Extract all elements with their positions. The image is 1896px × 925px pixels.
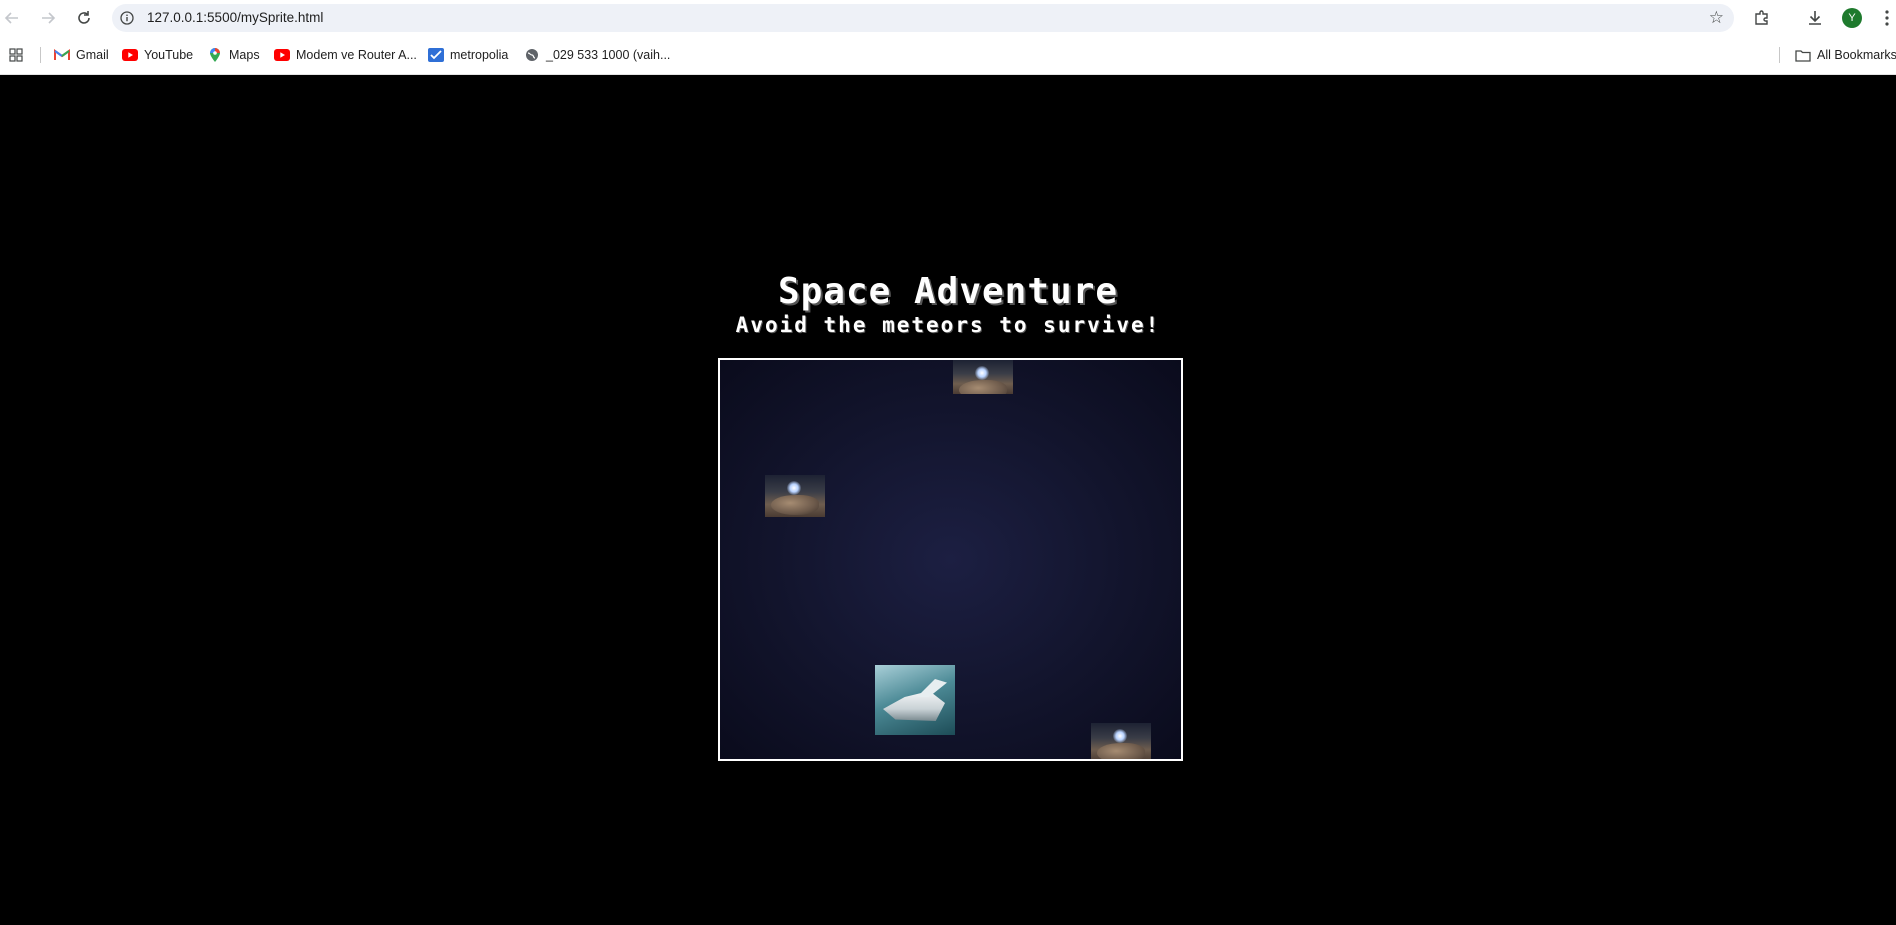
bookmark-modem-router[interactable]: Modem ve Router A... [274,45,417,65]
bookmark-label: YouTube [144,48,194,62]
bookmark-metropolia[interactable]: metropolia [428,45,508,65]
bookmarks-divider [40,47,41,63]
arrow-left-icon [4,12,18,24]
profile-avatar[interactable]: Y [1842,8,1862,28]
bookmark-gmail[interactable]: Gmail [54,45,109,65]
game-subtitle: Avoid the meteors to survive! [735,313,1161,337]
bookmark-maps[interactable]: Maps [207,45,260,65]
meteor-sprite [1091,723,1151,759]
bookmark-label: Gmail [76,48,109,62]
more-vertical-icon [1885,10,1889,26]
bookmark-label: _029 533 1000 (vaih... [546,48,671,62]
maps-icon [207,47,223,63]
browser-menu-button[interactable] [1878,6,1896,30]
game-title: Space Adventure [777,271,1119,312]
reload-icon [78,11,90,24]
page-content: Space Adventure Avoid the meteors to sur… [0,75,1896,925]
folder-icon [1795,47,1811,63]
spaceship-body [883,691,945,721]
site-info-icon[interactable] [118,9,136,27]
globe-icon [524,47,540,63]
browser-toolbar: 127.0.0.1:5500/mySprite.html ☆ Y [0,0,1896,36]
bookmarks-bar: Gmail YouTube Maps Modem ve Router A... … [0,36,1896,75]
spaceship-sprite[interactable] [875,665,955,735]
meteor-sprite [765,475,825,517]
download-icon [1809,11,1821,25]
bookmark-youtube[interactable]: YouTube [122,45,193,65]
back-button[interactable] [0,6,24,30]
bookmarks-divider [1779,47,1780,63]
reload-button[interactable] [72,6,96,30]
puzzle-icon [1755,10,1768,25]
bookmark-label: Modem ve Router A... [296,48,417,62]
arrow-right-icon [42,12,56,24]
bookmark-label: metropolia [450,48,509,62]
youtube-icon [274,47,290,63]
apps-button[interactable] [8,45,30,65]
apps-grid-icon [8,47,24,63]
bookmark-star-icon[interactable]: ☆ [1709,8,1724,28]
all-bookmarks-label: All Bookmarks [1817,48,1896,62]
all-bookmarks-button[interactable]: All Bookmarks [1795,45,1896,65]
url-text[interactable]: 127.0.0.1:5500/mySprite.html [147,10,323,25]
address-bar[interactable]: 127.0.0.1:5500/mySprite.html ☆ [112,4,1734,32]
bookmark-phone[interactable]: _029 533 1000 (vaih... [524,45,670,65]
game-canvas[interactable] [718,358,1183,761]
downloads-button[interactable] [1803,6,1827,30]
bookmark-label: Maps [229,48,260,62]
spaceship-wing [917,679,947,697]
extensions-button[interactable] [1750,6,1774,30]
mail-check-icon [428,47,444,63]
youtube-icon [122,47,138,63]
gmail-icon [54,47,70,63]
meteor-sprite [953,360,1013,394]
forward-button[interactable] [36,6,60,30]
